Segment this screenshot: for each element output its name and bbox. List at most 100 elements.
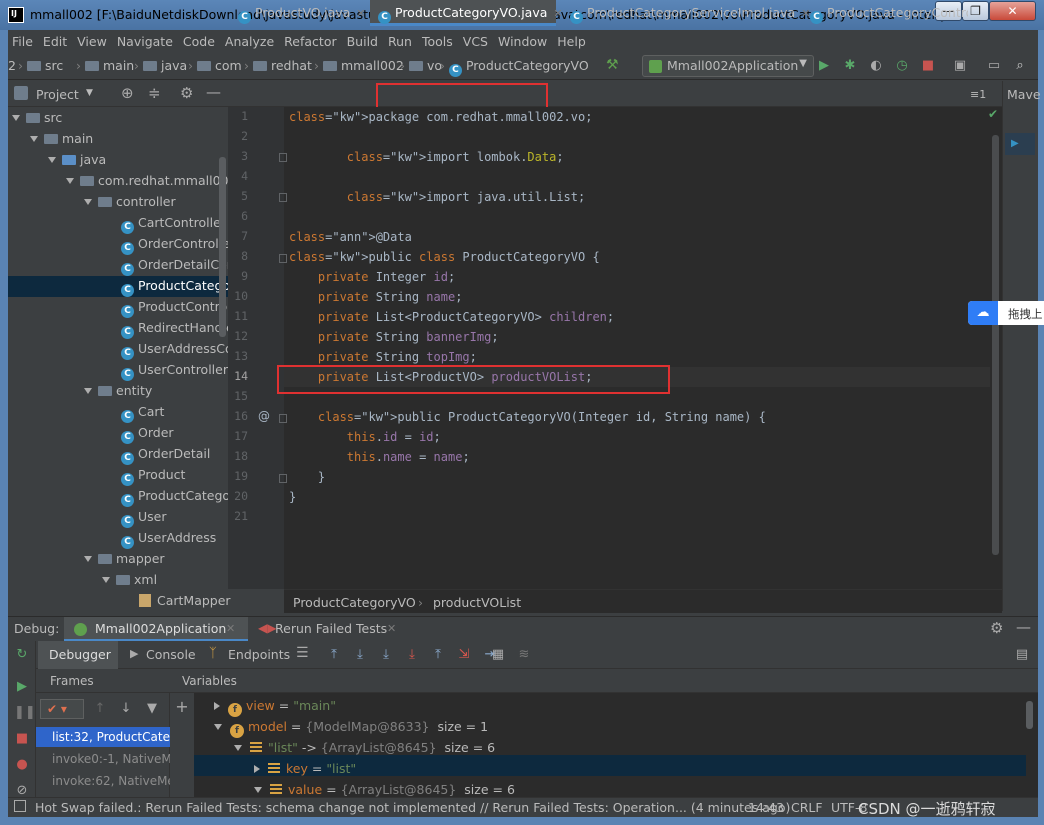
- profile-icon[interactable]: ◷: [894, 58, 910, 74]
- tree-node-class[interactable]: C OrderDetail: [121, 443, 210, 465]
- code-line-7[interactable]: class="ann">@Data: [289, 227, 412, 247]
- menu-file[interactable]: File: [12, 34, 33, 49]
- hide-panel-icon[interactable]: —: [1016, 618, 1031, 636]
- project-structure-icon[interactable]: ▣: [952, 58, 968, 74]
- tree-node-controller[interactable]: controller: [84, 191, 176, 212]
- tab-debugger[interactable]: Debugger: [49, 647, 111, 662]
- nav-crumb-vo[interactable]: › vo: [400, 58, 442, 73]
- code-line-5[interactable]: class="kw">import java.util.List;: [289, 187, 585, 207]
- breadcrumb-class[interactable]: ProductCategoryVO: [293, 595, 416, 610]
- menu-navigate[interactable]: Navigate: [117, 34, 173, 49]
- tree-node-class[interactable]: C Product: [121, 464, 185, 486]
- code-line-17[interactable]: this.id = id;: [289, 427, 441, 447]
- trace-icon[interactable]: ≋: [516, 647, 532, 663]
- tool-windows-icon[interactable]: [14, 800, 26, 812]
- code-line-11[interactable]: private List<ProductCategoryVO> children…: [289, 307, 614, 327]
- code-line-20[interactable]: }: [289, 487, 296, 507]
- tree-node-class[interactable]: C OrderDetailCon: [121, 254, 235, 276]
- editor-scrollbar[interactable]: [990, 107, 1002, 589]
- scrollbar-thumb[interactable]: [992, 135, 999, 555]
- tab-productcategoryvo[interactable]: C ProductCategoryVO.java ✕: [370, 0, 563, 26]
- variable-row-list-entry[interactable]: "list" -> {ArrayList@8645} size = 6: [234, 737, 495, 758]
- code-line-13[interactable]: private String topImg;: [289, 347, 477, 367]
- menu-code[interactable]: Code: [183, 34, 215, 49]
- chevron-down-icon[interactable]: ▼: [86, 88, 93, 98]
- tab-productvo[interactable]: C ProductVO.java ✕: [230, 0, 370, 26]
- resume-icon[interactable]: ▶: [14, 679, 30, 695]
- variable-row-key[interactable]: key = "list": [254, 758, 356, 779]
- menu-view[interactable]: View: [77, 34, 107, 49]
- close-icon[interactable]: ✕: [356, 7, 365, 20]
- step-out-icon[interactable]: ⤒: [430, 647, 446, 663]
- force-step-into-icon[interactable]: ⤓: [404, 647, 420, 663]
- code-line-9[interactable]: private Integer id;: [289, 267, 455, 287]
- status-message[interactable]: Hot Swap failed.: Rerun Failed Tests: sc…: [35, 800, 790, 815]
- search-icon[interactable]: ⌕: [1012, 58, 1028, 74]
- nav-crumb-src[interactable]: › src: [18, 58, 63, 73]
- code-line-16[interactable]: class="kw">public ProductCategoryVO(Inte…: [289, 407, 766, 427]
- tree-node-class[interactable]: C RedirectHandle: [121, 317, 234, 339]
- tab-productcategorycontroller[interactable]: C ProductCategoryContro: [802, 0, 968, 26]
- arrow-down-icon[interactable]: ↓: [118, 701, 134, 717]
- menu-analyze[interactable]: Analyze: [225, 34, 274, 49]
- rerun-icon[interactable]: ↻: [14, 647, 30, 663]
- tree-node-package[interactable]: com.redhat.mmall002: [66, 170, 236, 191]
- nav-crumb-class[interactable]: › C ProductCategoryVO: [440, 58, 589, 77]
- tree-node-src[interactable]: src: [12, 107, 62, 128]
- coverage-icon[interactable]: ◐: [868, 58, 884, 74]
- code-line-3[interactable]: class="kw">import lombok.Data;: [289, 147, 564, 167]
- layout-icon[interactable]: ▭: [986, 58, 1002, 74]
- fold-icon[interactable]: [279, 153, 287, 162]
- nav-crumb-module[interactable]: 2: [8, 58, 16, 73]
- tree-node-class[interactable]: C OrderController: [121, 233, 235, 255]
- nav-crumb-mmall002[interactable]: › mmall002: [314, 58, 404, 73]
- collapse-all-icon[interactable]: ≑: [148, 84, 161, 102]
- nav-crumb-main[interactable]: › main: [76, 58, 134, 73]
- close-button[interactable]: ✕: [989, 1, 1036, 21]
- menu-refactor[interactable]: Refactor: [284, 34, 336, 49]
- pause-icon[interactable]: ❚❚: [14, 705, 36, 721]
- menu-lines-icon[interactable]: ☰: [296, 645, 309, 661]
- maven-tab[interactable]: Mave: [1007, 87, 1041, 102]
- close-icon[interactable]: ✕: [226, 622, 235, 635]
- debug-session-name[interactable]: Mmall002Application: [95, 621, 226, 636]
- nav-crumb-com[interactable]: › com: [188, 58, 242, 73]
- step-into-icon[interactable]: ⤓: [378, 647, 394, 663]
- tab-productcategoryserviceimpl[interactable]: C ProductCategoryServiceImpl.java ✕: [562, 0, 810, 26]
- evaluate-expression-icon[interactable]: ▦: [490, 647, 506, 663]
- maven-tool-button[interactable]: [1005, 133, 1035, 155]
- drop-frame-icon[interactable]: ⇲: [456, 647, 472, 663]
- baidu-netdisk-widget[interactable]: ☁ 拖拽上: [968, 301, 1044, 325]
- project-scrollbar[interactable]: [219, 157, 226, 337]
- menu-edit[interactable]: Edit: [43, 34, 67, 49]
- close-icon[interactable]: ✕: [387, 622, 396, 635]
- debug-session-rerun[interactable]: Rerun Failed Tests: [275, 621, 387, 636]
- hide-panel-icon[interactable]: —: [206, 83, 221, 101]
- menu-build[interactable]: Build: [347, 34, 378, 49]
- variable-row-view[interactable]: f view = "main": [214, 695, 336, 717]
- code-line-19[interactable]: }: [289, 467, 325, 487]
- menu-tools[interactable]: Tools: [422, 34, 453, 49]
- tree-node-mapper[interactable]: mapper: [84, 548, 165, 569]
- nav-crumb-java[interactable]: › java: [134, 58, 187, 73]
- variable-row-model[interactable]: f model = {ModelMap@8633} size = 1: [214, 716, 488, 738]
- fold-icon[interactable]: [279, 414, 287, 423]
- step-over-icon[interactable]: ⤓: [352, 647, 368, 663]
- tree-node-class[interactable]: C Order: [121, 422, 174, 444]
- code-line-1[interactable]: class="kw">package com.redhat.mmall002.v…: [289, 107, 592, 127]
- breadcrumb-field[interactable]: productVOList: [433, 595, 521, 610]
- code-line-18[interactable]: this.name = name;: [289, 447, 470, 467]
- tree-node-class[interactable]: C UserAddress: [121, 527, 216, 549]
- tree-node-xml[interactable]: xml: [102, 569, 157, 590]
- menu-help[interactable]: Help: [557, 34, 586, 49]
- frame-row[interactable]: invoke0:-1, NativeMe: [36, 749, 170, 769]
- tree-node-class-selected[interactable]: C ProductCatego: [121, 275, 230, 297]
- constructor-marker-icon[interactable]: @: [258, 409, 270, 423]
- debug-icon[interactable]: ✱: [842, 58, 858, 74]
- menu-run[interactable]: Run: [388, 34, 412, 49]
- project-view-label[interactable]: Project: [36, 87, 79, 102]
- gear-icon[interactable]: ⚙: [180, 84, 193, 102]
- add-watch-icon[interactable]: +: [174, 699, 190, 715]
- run-icon[interactable]: ▶: [816, 58, 832, 74]
- tree-node-class[interactable]: C ProductCatego: [121, 485, 230, 507]
